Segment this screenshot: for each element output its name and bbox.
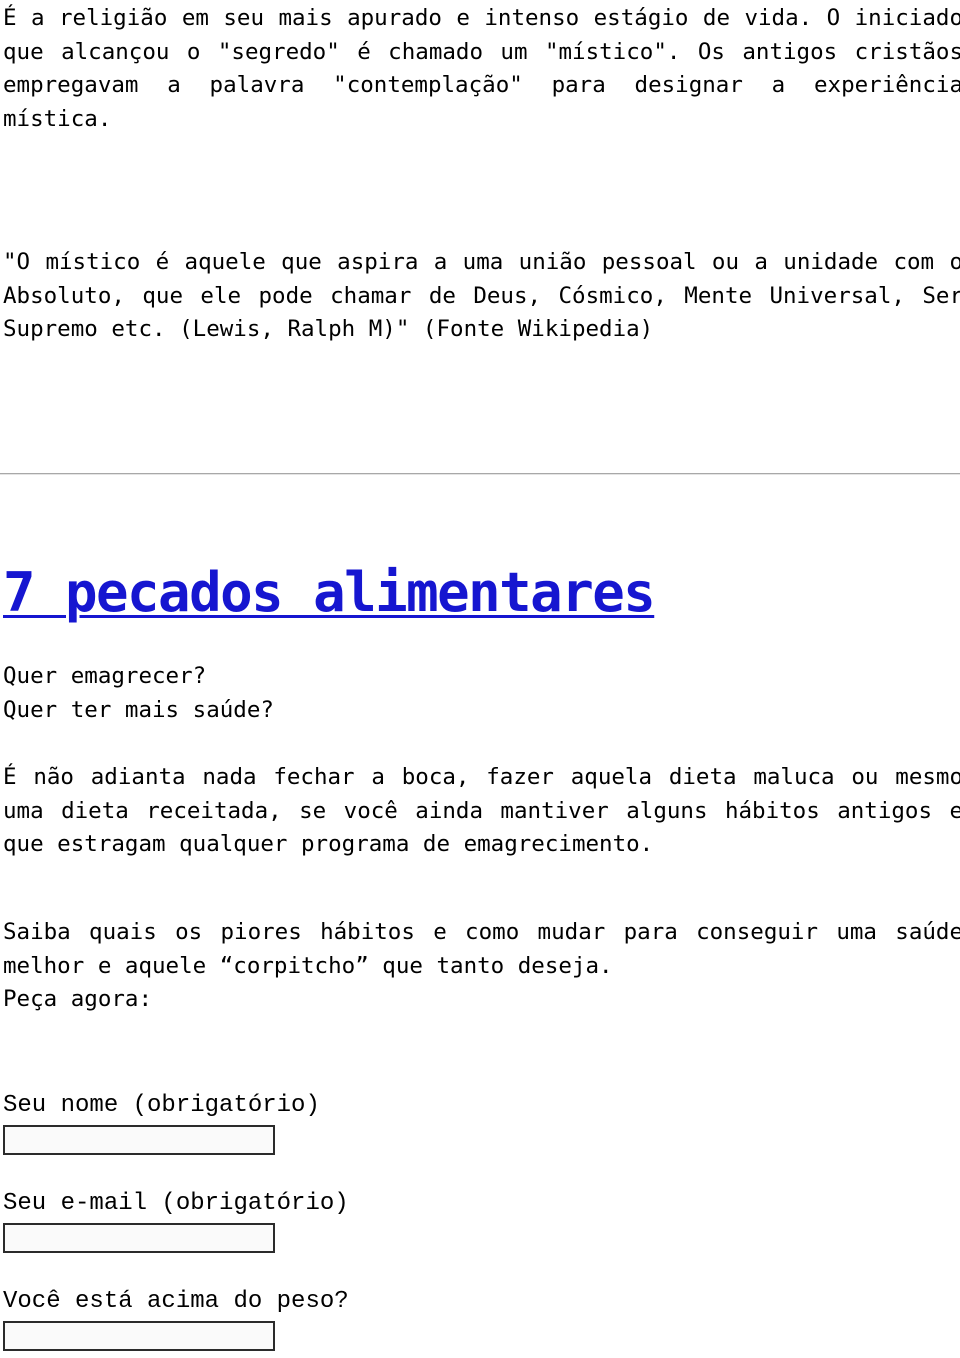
- promo-closing-text: Saiba quais os piores hábitos e como mud…: [3, 919, 960, 1012]
- email-input[interactable]: [3, 1223, 275, 1253]
- quote-paragraph: "O místico é aquele que aspira a uma uni…: [3, 249, 960, 342]
- form-field-weight: Você está acima do peso?: [0, 1287, 960, 1351]
- intro-paragraph: É a religião em seu mais apurado e inten…: [3, 5, 960, 132]
- name-field-label: Seu nome (obrigatório): [3, 1092, 320, 1119]
- weight-input[interactable]: [3, 1321, 275, 1351]
- name-input[interactable]: [3, 1125, 275, 1155]
- section-divider: [0, 473, 960, 475]
- promo-body-text: É não adianta nada fechar a boca, fazer …: [3, 764, 960, 857]
- promo-hook-text: Quer emagrecer? Quer ter mais saúde?: [3, 663, 274, 723]
- promo-headline-link[interactable]: 7 pecados alimentares: [3, 562, 656, 624]
- email-field-label: Seu e-mail (obrigatório): [3, 1190, 349, 1217]
- form-field-name: Seu nome (obrigatório): [0, 1091, 960, 1155]
- form-field-email: Seu e-mail (obrigatório): [0, 1189, 960, 1253]
- page-root: É a religião em seu mais apurado e inten…: [0, 0, 960, 1358]
- weight-field-label: Você está acima do peso?: [3, 1288, 349, 1315]
